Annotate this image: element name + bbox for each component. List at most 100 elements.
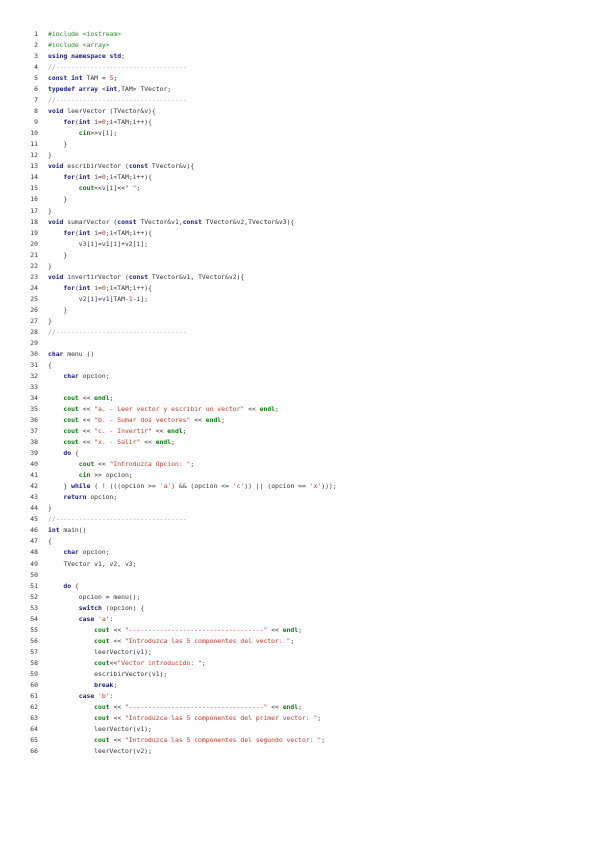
line-number: 20 bbox=[30, 239, 38, 248]
line-number: 57 bbox=[30, 647, 38, 656]
code-token: } bbox=[48, 504, 52, 513]
code-line: 62 cout << "----------------------------… bbox=[22, 702, 582, 713]
code-token: invertirVector ( bbox=[63, 272, 129, 281]
code-line: 47 { bbox=[22, 536, 582, 547]
code-line: 25 v2[i]=v1[TAM-1-i]; bbox=[22, 294, 582, 305]
code-token: ; bbox=[275, 405, 279, 414]
code-token: << bbox=[267, 702, 283, 711]
code-token: opcion = menu(); bbox=[48, 592, 141, 601]
code-line: 20 v3[i]=v1[i]+v2[i]; bbox=[22, 239, 582, 250]
line-number: 52 bbox=[30, 592, 38, 601]
line-number: 14 bbox=[30, 173, 38, 182]
code-token: 'b' bbox=[98, 691, 110, 700]
code-token: TVector&v2,TVector&v3){ bbox=[201, 217, 295, 226]
line-number: 8 bbox=[34, 107, 38, 116]
code-token: endl bbox=[94, 394, 110, 403]
code-token: ) && (opcion <= bbox=[171, 482, 233, 491]
code-token: { bbox=[71, 449, 79, 458]
code-line: 53 switch (opcion) { bbox=[22, 603, 582, 614]
code-line: 18 void sumarVector (const TVector&v1,con… bbox=[22, 217, 582, 228]
code-line: 50 bbox=[22, 570, 582, 581]
code-token: ; bbox=[201, 658, 206, 667]
code-token: } bbox=[48, 261, 52, 270]
code-line: 64 leerVector(v1); bbox=[22, 724, 582, 735]
code-line: 6 typedef array <int,TAM> TVector; bbox=[22, 84, 582, 95]
code-token: ; bbox=[121, 52, 125, 61]
code-token: ; bbox=[113, 74, 118, 83]
code-token: << bbox=[190, 416, 206, 425]
line-number: 65 bbox=[30, 736, 38, 744]
code-line: 55 cout << "----------------------------… bbox=[22, 625, 582, 636]
code-token: } bbox=[48, 250, 68, 259]
code-token: const bbox=[128, 162, 149, 171]
code-line: 60 break; bbox=[22, 680, 582, 691]
code-line: 57 leerVector(v1); bbox=[22, 647, 582, 658]
code-token: "Introduzca Opcion: " bbox=[109, 460, 191, 469]
code-line: 39 do { bbox=[22, 448, 582, 459]
code-token: "Vector introducido: " bbox=[117, 658, 202, 667]
code-token: cin bbox=[78, 129, 91, 138]
code-token: << bbox=[267, 625, 283, 634]
code-line: 11 } bbox=[22, 139, 582, 150]
code-token: cout bbox=[78, 460, 95, 469]
code-token: int bbox=[78, 228, 91, 237]
code-token: << bbox=[78, 416, 95, 425]
code-token: endl bbox=[205, 416, 222, 425]
code-line: 17} bbox=[22, 206, 582, 217]
code-token: void bbox=[48, 162, 64, 171]
code-token: cout bbox=[63, 416, 79, 425]
code-line: 46 int main() bbox=[22, 525, 582, 536]
code-token: ; bbox=[182, 427, 187, 436]
line-number: 36 bbox=[30, 416, 38, 425]
line-number: 9 bbox=[34, 118, 38, 127]
code-line: 22} bbox=[22, 261, 582, 272]
code-token: ; bbox=[171, 438, 175, 447]
line-number: 18 bbox=[30, 217, 38, 226]
code-token: int bbox=[78, 173, 91, 182]
code-token: leerVector(v1); bbox=[48, 724, 152, 733]
code-line: 28 //---------------------------------- bbox=[22, 327, 582, 338]
code-line: 13 void escribirVector (const TVector&v){ bbox=[22, 161, 582, 172]
line-number: 48 bbox=[30, 548, 38, 557]
code-line: 43 return opcion; bbox=[22, 492, 582, 503]
line-number: 21 bbox=[30, 250, 38, 259]
code-token: endl bbox=[282, 625, 299, 634]
code-line: 5 const int TAM = 5; bbox=[22, 73, 582, 84]
code-token: ;i<TAM;i++){ bbox=[105, 228, 152, 237]
code-line: 26 } bbox=[22, 305, 582, 316]
code-token: "b. - Sumar dos vectores" bbox=[94, 416, 191, 425]
code-token: 'x' bbox=[309, 482, 322, 491]
line-number: 1 bbox=[34, 30, 38, 38]
code-line: 14 for(int i=0;i<TAM;i++){ bbox=[22, 172, 582, 183]
line-number: 12 bbox=[30, 151, 38, 160]
line-number: 37 bbox=[30, 427, 38, 436]
code-line: 34 cout << endl; bbox=[22, 393, 582, 404]
code-token: for bbox=[63, 228, 75, 237]
code-line: 10 cin>>v[i]; bbox=[22, 128, 582, 139]
code-token: 'c' bbox=[232, 482, 245, 491]
line-number: 64 bbox=[30, 724, 38, 733]
code-token: ; bbox=[109, 394, 114, 403]
code-token: ; bbox=[113, 680, 118, 689]
code-token: } bbox=[48, 140, 68, 149]
code-token: i= bbox=[90, 283, 102, 292]
code-token: #include <array> bbox=[48, 41, 110, 50]
code-line: 27} bbox=[22, 316, 582, 327]
code-line: 33 bbox=[22, 382, 582, 393]
line-number: 4 bbox=[34, 63, 38, 72]
code-token: << bbox=[244, 405, 260, 414]
code-token: do bbox=[63, 449, 72, 458]
code-token: } bbox=[48, 195, 68, 204]
code-token: leerVector(v1); bbox=[48, 647, 152, 656]
code-line: 51 do { bbox=[22, 581, 582, 592]
